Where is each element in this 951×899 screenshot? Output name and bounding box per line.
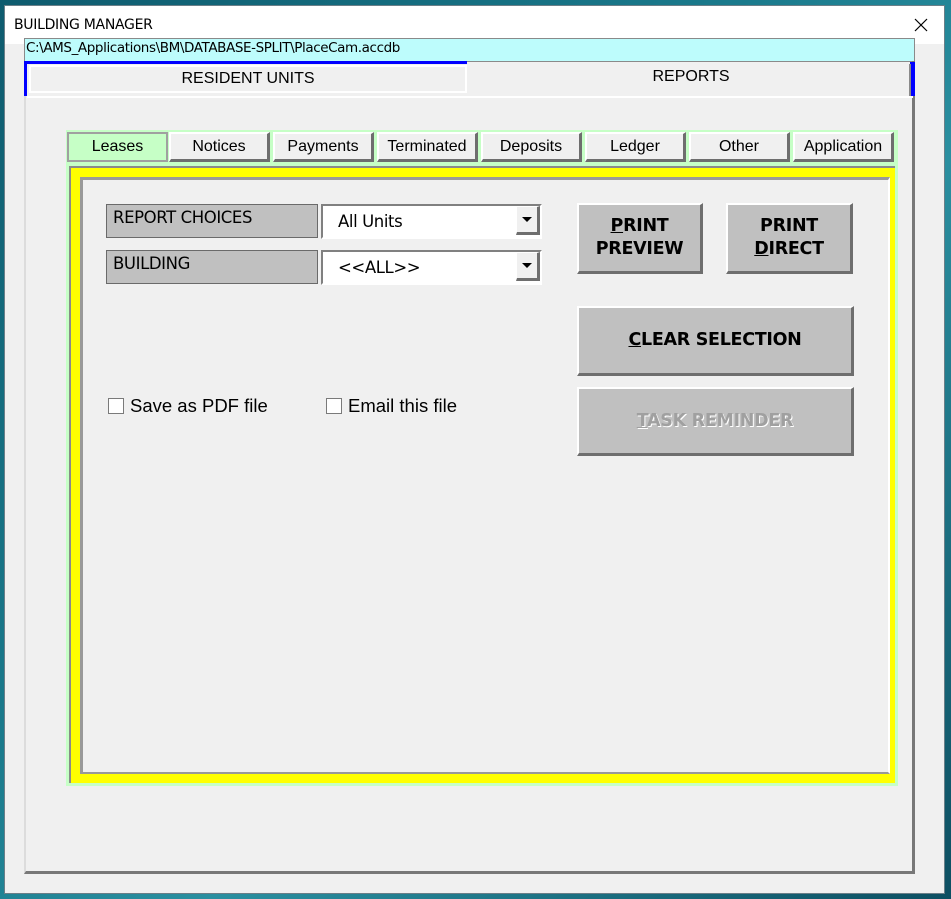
print-preview-button[interactable]: PRINT PREVIEW xyxy=(577,203,703,274)
report-choices-label: REPORT CHOICES xyxy=(106,204,318,238)
clear-selection-label-rest: LEAR SELECTION xyxy=(641,330,802,350)
email-file-checkbox[interactable]: Email this file xyxy=(326,394,457,418)
tab-resident-units-label: RESIDENT UNITS xyxy=(29,65,467,93)
subtab-application[interactable]: Application xyxy=(793,132,894,162)
building-value: <<ALL>> xyxy=(338,258,421,277)
email-file-label: Email this file xyxy=(348,395,457,416)
subtab-notices[interactable]: Notices xyxy=(169,132,270,162)
tab-reports[interactable]: REPORTS xyxy=(467,64,915,99)
email-file-checkbox-box[interactable] xyxy=(326,398,342,414)
save-pdf-checkbox[interactable]: Save as PDF file xyxy=(108,394,268,418)
task-reminder-label: TASK REMINDER xyxy=(636,410,794,433)
subtab-terminated[interactable]: Terminated xyxy=(377,132,478,162)
task-reminder-accelerator: T xyxy=(636,410,648,431)
report-choices-value: All Units xyxy=(338,212,403,231)
tab-resident-units[interactable]: RESIDENT UNITS xyxy=(24,61,467,96)
report-choices-combo[interactable]: All Units xyxy=(321,204,542,239)
task-reminder-button: TASK REMINDER xyxy=(577,387,854,456)
subtab-leases[interactable]: Leases xyxy=(67,132,168,162)
window-title: BUILDING MANAGER xyxy=(14,17,153,33)
subtab-other[interactable]: Other xyxy=(689,132,790,162)
print-direct-button[interactable]: PRINT DIRECT xyxy=(726,203,853,274)
building-combo[interactable]: <<ALL>> xyxy=(321,250,542,285)
building-dropdown-button[interactable] xyxy=(516,252,540,281)
print-preview-line2: PREVIEW xyxy=(595,239,684,259)
task-reminder-label-rest: ASK REMINDER xyxy=(647,410,794,431)
save-pdf-checkbox-box[interactable] xyxy=(108,398,124,414)
clear-selection-label: CLEAR SELECTION xyxy=(628,329,801,352)
close-x-icon xyxy=(914,18,928,32)
print-preview-line1: PRINT xyxy=(611,215,669,238)
clear-selection-accelerator: C xyxy=(628,330,642,350)
print-direct-line2-rest: IRECT xyxy=(768,239,825,259)
database-path-bar: C:\AMS_Applications\BM\DATABASE-SPLIT\Pl… xyxy=(24,38,915,62)
report-choices-dropdown-button[interactable] xyxy=(516,206,540,235)
print-direct-line2: DIRECT xyxy=(754,238,825,261)
subtab-payments[interactable]: Payments xyxy=(273,132,374,162)
chevron-down-icon xyxy=(522,263,532,268)
subtab-deposits[interactable]: Deposits xyxy=(481,132,582,162)
print-direct-accelerator: D xyxy=(754,239,769,259)
subtab-ledger[interactable]: Ledger xyxy=(585,132,686,162)
chevron-down-icon xyxy=(522,217,532,222)
save-pdf-label: Save as PDF file xyxy=(130,395,268,416)
building-label: BUILDING xyxy=(106,250,318,284)
tab-reports-edge xyxy=(909,64,911,96)
clear-selection-button[interactable]: CLEAR SELECTION xyxy=(577,306,854,376)
print-preview-accelerator: P xyxy=(610,216,624,236)
print-direct-line1: PRINT xyxy=(760,216,818,236)
print-preview-line1-rest: RINT xyxy=(623,216,669,236)
